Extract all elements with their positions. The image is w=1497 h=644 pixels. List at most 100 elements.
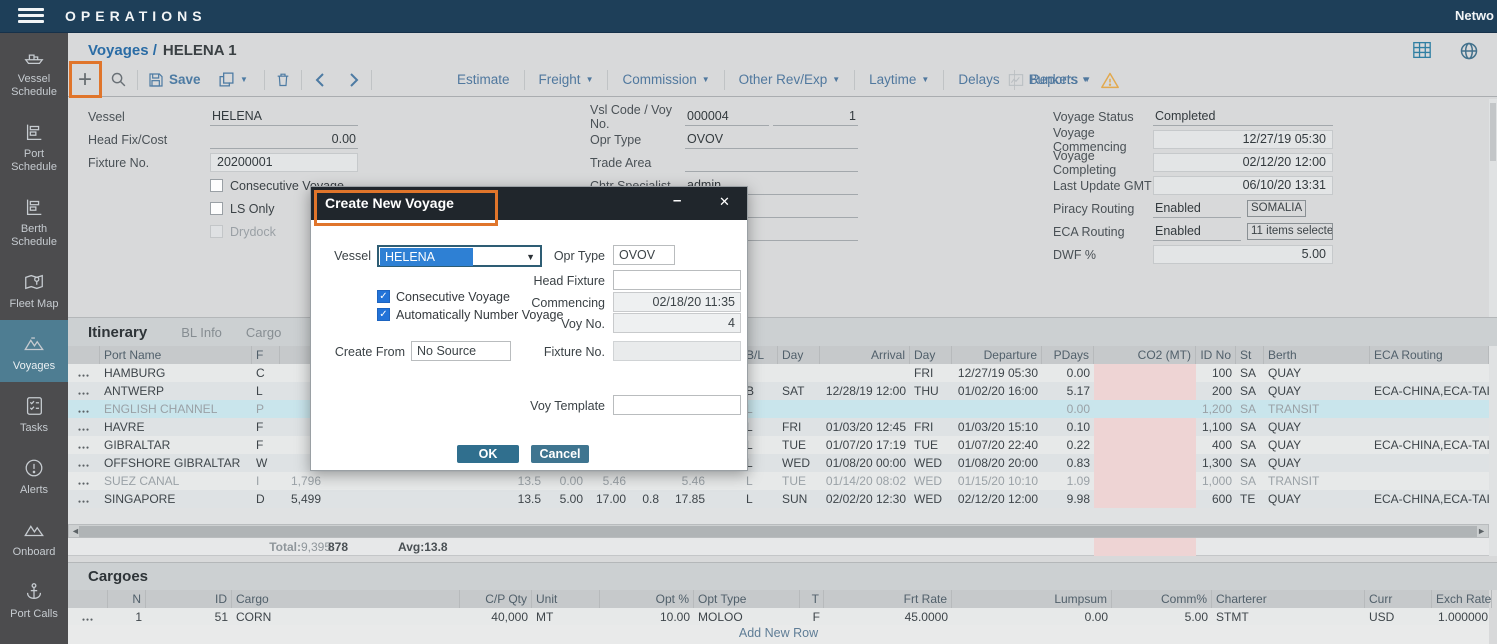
minimize-icon[interactable]: – (673, 192, 681, 209)
voyage-commencing-field[interactable]: 12/27/19 05:30 (1153, 130, 1333, 149)
modal-commencing-field[interactable]: 02/18/20 11:35 (613, 292, 741, 312)
itinerary-row[interactable]: ●●●SUEZ CANALI1,79613.50.005.465.46LTUE0… (68, 472, 1489, 490)
last-update-field[interactable]: 06/10/20 13:31 (1153, 176, 1333, 195)
toolbar-menu-estimate[interactable]: Estimate (443, 72, 524, 87)
consecutive-voyage-checkbox[interactable] (210, 179, 223, 192)
itinerary-row[interactable]: ●●●SINGAPORED5,49913.55.0017.000.817.85L… (68, 490, 1489, 508)
last-update-label: Last Update GMT (1053, 179, 1153, 193)
row-menu-icon[interactable]: ●●● (78, 373, 90, 379)
piracy-routing-tag[interactable]: SOMALIA (1247, 200, 1306, 217)
itinerary-cell: 400 (1196, 436, 1236, 454)
row-menu-icon[interactable]: ●●● (78, 445, 90, 451)
modal-create-from-select[interactable]: No Source (411, 341, 511, 361)
reports-menu[interactable]: Reports ▼ (1008, 63, 1089, 96)
toolbar-menu-commission[interactable]: Commission▼ (608, 72, 723, 87)
modal-voy-template-field[interactable] (613, 395, 741, 415)
sidebar-item-vessel-schedule[interactable]: Vessel Schedule (0, 33, 68, 108)
itinerary-row[interactable]: ●●●OFFSHORE GIBRALTARWLWED01/08/20 00:00… (68, 454, 1489, 472)
voyage-completing-field[interactable]: 02/12/20 12:00 (1153, 153, 1333, 172)
row-menu-icon[interactable]: ●●● (78, 481, 90, 487)
itinerary-cell (820, 364, 910, 382)
sidebar-item-berth-schedule[interactable]: Berth Schedule (0, 183, 68, 258)
drydock-label: Drydock (230, 225, 276, 239)
row-menu-icon[interactable]: ●●● (78, 499, 90, 505)
row-menu-icon[interactable]: ●●● (78, 427, 90, 433)
save-button[interactable]: Save (148, 63, 201, 96)
row-menu-icon[interactable]: ●●● (78, 463, 90, 469)
sidebar-item-fleet-map[interactable]: Fleet Map (0, 258, 68, 320)
next-voyage-button[interactable] (348, 63, 360, 96)
search-button[interactable] (110, 63, 127, 96)
copy-voyage-button[interactable]: ▼ (218, 63, 248, 96)
hamburger-menu-icon[interactable] (18, 8, 44, 25)
ok-button[interactable]: OK (457, 445, 519, 463)
tab-cargo[interactable]: Cargo (246, 325, 281, 340)
sidebar-item-voyages[interactable]: Voyages (0, 320, 68, 382)
breadcrumb-section[interactable]: Voyages / (88, 42, 157, 59)
sidebar-item-onboard[interactable]: Onboard (0, 506, 68, 568)
delete-button[interactable] (275, 63, 291, 96)
itinerary-row[interactable]: ●●●GIBRALTARFLTUE01/07/20 17:19TUE01/07/… (68, 436, 1489, 454)
itinerary-row[interactable]: ●●●HAVREFLFRI01/03/20 12:45FRI01/03/20 1… (68, 418, 1489, 436)
ls-only-checkbox[interactable] (210, 202, 223, 215)
validation-warning-icon[interactable] (1100, 63, 1120, 96)
modal-consecutive-voyage-checkbox[interactable]: ✓ (377, 290, 390, 303)
modal-opr-type-field[interactable]: OVOV (613, 245, 675, 265)
sidebar-item-tasks[interactable]: Tasks (0, 382, 68, 444)
itinerary-horizontal-scrollbar[interactable]: ◄ ► (68, 524, 1489, 538)
sidebar-item-alerts[interactable]: Alerts (0, 444, 68, 506)
row-menu-icon[interactable]: ●●● (82, 617, 94, 623)
chevron-down-icon: ▼ (586, 75, 594, 84)
row-menu-icon[interactable]: ●●● (78, 409, 90, 415)
eca-routing-label: ECA Routing (1053, 225, 1153, 239)
add-new-row-link[interactable]: Add New Row (739, 626, 818, 640)
opr-type-label: Opr Type (590, 133, 685, 147)
scrollbar-thumb[interactable] (79, 526, 1477, 537)
head-fix-field[interactable]: 0.00 (210, 130, 358, 149)
fixture-no-field[interactable]: 20200001 (210, 153, 358, 172)
sidebar-item-port-schedule[interactable]: Port Schedule (0, 108, 68, 183)
modal-fixture-no-label: Fixture No. (501, 342, 605, 362)
eca-routing-field[interactable]: Enabled (1153, 222, 1241, 241)
vessel-field[interactable]: HELENA (210, 107, 358, 126)
row-menu-icon[interactable]: ●●● (78, 391, 90, 397)
eca-routing-tag[interactable]: 11 items selecte (1247, 223, 1333, 240)
toolbar-menu-laytime[interactable]: Laytime▼ (855, 72, 943, 87)
itinerary-header-cell: ECA Routing (1370, 346, 1489, 364)
topbar-network-label[interactable]: Netwo (1455, 8, 1494, 23)
globe-icon[interactable] (1459, 41, 1479, 61)
itinerary-row[interactable]: ●●●ANTWERPLBSAT12/28/19 12:00THU01/02/20… (68, 382, 1489, 400)
modal-head-fixture-field[interactable] (613, 270, 741, 290)
vsl-code-field[interactable]: 000004 (685, 107, 769, 126)
drydock-checkbox (210, 225, 223, 238)
sidebar-item-port-calls[interactable]: Port Calls (0, 568, 68, 630)
cancel-button[interactable]: Cancel (531, 445, 589, 463)
vertical-scrollbar-thumb[interactable] (1490, 103, 1496, 161)
toolbar-menu-delays[interactable]: Delays (944, 72, 1013, 87)
cargo-header-cell: Cargo (232, 590, 460, 608)
itinerary-row[interactable]: ●●●ENGLISH CHANNELPL0.001,200SATRANSIT (68, 400, 1489, 418)
previous-voyage-button[interactable] (314, 63, 326, 96)
itinerary-cell: 1,200 (1196, 400, 1236, 418)
itinerary-table: Port NameFB/LDayArrivalDayDeparturePDays… (68, 346, 1489, 508)
toolbar-menu-freight[interactable]: Freight▼ (525, 72, 608, 87)
trade-area-label: Trade Area (590, 156, 685, 170)
table-grid-icon[interactable] (1412, 41, 1432, 59)
close-icon[interactable]: ✕ (719, 194, 730, 210)
cargo-row[interactable]: ●●●151CORN40,000MT10.00MOLOOF45.00000.00… (68, 608, 1489, 626)
modal-voy-no-field[interactable]: 4 (613, 313, 741, 333)
dwf-field[interactable]: 5.00 (1153, 245, 1333, 264)
toolbar-menu-other-rev-exp[interactable]: Other Rev/Exp▼ (725, 72, 854, 87)
voyage-status-field[interactable]: Completed (1153, 107, 1333, 126)
tab-itinerary[interactable]: Itinerary (88, 324, 147, 341)
opr-type-field[interactable]: OVOV (685, 130, 858, 149)
modal-auto-number-checkbox[interactable]: ✓ (377, 308, 390, 321)
voy-no-field[interactable]: 1 (773, 107, 858, 126)
scroll-right-icon[interactable]: ► (1477, 525, 1486, 538)
itinerary-row[interactable]: ●●●HAMBURGCFRI12/27/19 05:300.00100SAQUA… (68, 364, 1489, 382)
itinerary-cell: QUAY (1264, 418, 1370, 436)
piracy-routing-field[interactable]: Enabled (1153, 199, 1241, 218)
trade-area-field[interactable] (685, 153, 858, 172)
tab-bl-info[interactable]: BL Info (181, 325, 222, 340)
cargo-cell: ●●● (68, 608, 108, 626)
